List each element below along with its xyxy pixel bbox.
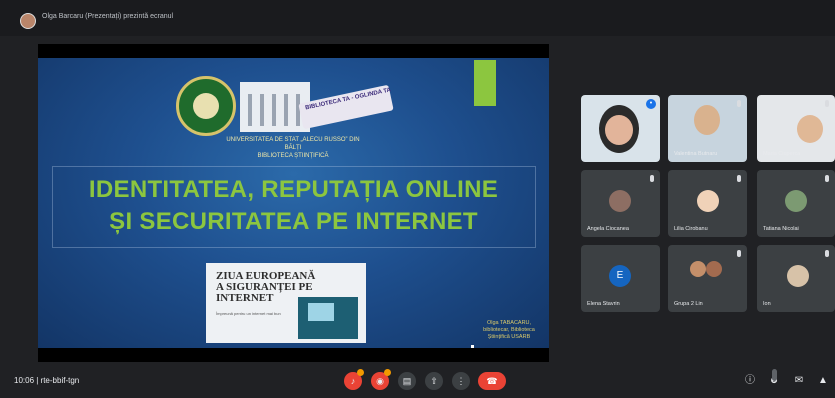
info-icon[interactable]: ⓘ [744,375,756,387]
book-illustration [298,297,358,339]
slide-title-line1: IDENTITATEA, REPUTAȚIA ONLINE [88,176,499,203]
people-icon[interactable]: ☻ [768,369,780,387]
participant-face [605,115,633,145]
participant-name: Valentina Butnaru [674,151,718,157]
mouse-cursor [471,345,474,348]
participant-tile[interactable]: Tatiana Nicolai [757,170,835,237]
present-screen-button[interactable]: ⇧ [425,372,443,390]
participant-tile[interactable]: Lilia Cirobanu [668,170,747,237]
participant-tile[interactable]: Grupa 2 Lin [668,245,747,312]
book-cover-image: ZIUA EUROPEANĂ A SIGURANȚEI PE INTERNET … [206,263,366,343]
university-library-line: BIBLIOTECA ȘTIINȚIFICĂ [257,153,329,159]
slide-title-line2: ȘI SECURITATEA PE INTERNET [109,208,478,235]
mic-off-icon [737,100,741,107]
participant-name: Elena Stavrin [587,301,620,307]
presenter-label: Olga Barcaru (Prezentați) prezintă ecran… [42,13,174,20]
participant-tile[interactable]: E Elena Stavrin [581,245,660,312]
camera-toggle-button[interactable]: ◉ [371,369,391,390]
library-slogan-sign: BIBLIOTECA TA - OGLINDA TA [298,84,394,130]
author-line: Olga TABACARU, [486,320,532,326]
slide-author: Olga TABACARU, bibliotecar, Biblioteca Ș… [474,320,544,341]
participant-name: Grupa 2 Lin [674,301,703,307]
participant-name: Tatiana Nicolai [763,226,799,232]
mic-off-icon [825,250,829,257]
book-subtitle: Împreună pentru un internet mai bun [216,311,281,316]
presenter-avatar [20,13,36,29]
slide-accent-bar [474,60,496,106]
participant-tile[interactable]: • [581,95,660,162]
participant-count-badge [772,369,778,381]
participant-name: Lilia Cirobanu [674,226,708,232]
participant-tile[interactable]: Ion [757,245,835,312]
participant-name: Ion [763,301,771,307]
participant-tile[interactable]: Angela Ciocanea [581,170,660,237]
library-slogan-text: BIBLIOTECA TA - OGLINDA TA [304,87,392,112]
university-name-line: UNIVERSITATEA DE STAT „ALECU RUSSO” DIN … [226,137,360,151]
captions-button[interactable]: ▤ [398,372,416,390]
participant-avatar [697,190,719,212]
author-line: bibliotecar, Biblioteca [483,327,535,333]
presentation-stage[interactable]: BIBLIOTECA TA - OGLINDA TA UNIVERSITATEA… [38,44,549,362]
warning-icon [357,369,364,376]
participant-tile[interactable]: Valentina Butnaru [668,95,747,162]
mic-off-icon [650,175,654,182]
microphone-toggle-button[interactable]: ♪ [344,369,364,390]
pin-icon[interactable]: • [646,99,656,109]
presentation-banner: Olga Barcaru (Prezentați) prezintă ecran… [0,0,835,36]
participant-initial-avatar: E [609,265,631,287]
mic-off-icon [825,100,829,107]
warning-icon [384,369,391,376]
participant-avatar [787,265,809,287]
participant-face [797,115,823,143]
more-options-button[interactable]: ⋮ [452,372,470,390]
participant-avatar [609,190,631,212]
meeting-controls-bar: 10:06 | rte-bbif-tgn ♪ ◉ ▤ ⇧ ⋮ ☎ ⓘ ☻ ✉ ▲ [0,362,835,398]
mic-off-icon [825,175,829,182]
mic-off-icon [737,250,741,257]
participant-avatar [785,190,807,212]
participant-avatar [690,261,706,277]
presentation-slide: BIBLIOTECA TA - OGLINDA TA UNIVERSITATEA… [38,58,549,348]
mic-off-icon [737,175,741,182]
university-name: UNIVERSITATEA DE STAT „ALECU RUSSO” DIN … [218,136,368,160]
participant-tile[interactable]: Maria Ciuperca [757,95,835,162]
participant-name: Angela Ciocanea [587,226,629,232]
end-call-button[interactable]: ☎ [478,372,506,390]
participant-face [694,105,720,135]
chat-icon[interactable]: ✉ [793,375,805,387]
author-line: Științifică USARB [487,334,531,340]
participant-avatar [706,261,722,277]
university-logo-icon [176,76,236,136]
meeting-info: 10:06 | rte-bbif-tgn [14,376,80,385]
participant-name: Maria Ciuperca [763,151,801,157]
activities-icon[interactable]: ▲ [817,375,829,387]
